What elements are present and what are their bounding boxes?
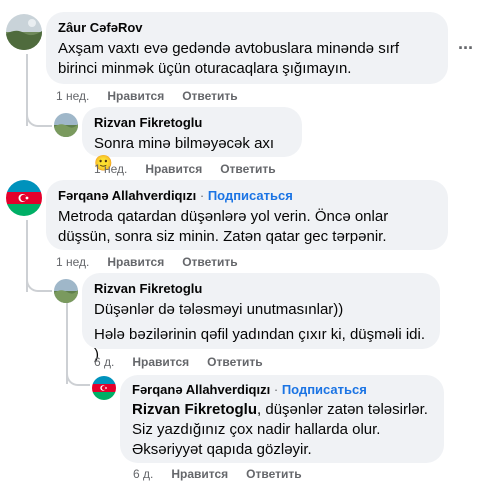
comment-text: Metroda qatardan düşənlərə yol verin. Ön…: [58, 208, 389, 245]
mention-link[interactable]: Rizvan Fikretoglu: [132, 401, 257, 418]
comment-time[interactable]: 6 д.: [133, 467, 153, 481]
reply-button[interactable]: Ответить: [182, 255, 237, 269]
comment-author[interactable]: Zâur CəfəRov: [58, 20, 436, 36]
avatar[interactable]: [6, 14, 42, 50]
comment-time[interactable]: 1 нед.: [56, 255, 89, 269]
comment-bubble: Rizvan Fikretoglu Sonra minə bilməyəcək …: [82, 107, 302, 172]
like-button[interactable]: Нравится: [107, 255, 164, 269]
comment-actions: 1 нед. Нравится Ответить: [56, 89, 238, 103]
like-button[interactable]: Нравится: [132, 355, 189, 369]
azerbaijan-flag-avatar-image: [6, 180, 42, 216]
landscape-avatar-image: [54, 113, 78, 137]
comment-time[interactable]: 1 нед.: [56, 89, 89, 103]
avatar[interactable]: [54, 279, 78, 303]
comment-text: Axşam vaxtı evə gedəndə avtobuslara minə…: [58, 40, 400, 77]
like-button[interactable]: Нравится: [171, 467, 228, 481]
landscape-avatar-image: [54, 279, 78, 303]
comment-author[interactable]: Rizvan Fikretoglu: [94, 281, 428, 297]
comment-bubble: Zâur CəfəRov Axşam vaxtı evə gedəndə avt…: [46, 12, 448, 84]
more-options-icon[interactable]: ···: [458, 38, 474, 59]
reply-button[interactable]: Ответить: [246, 467, 301, 481]
landscape-avatar-image: [6, 14, 42, 50]
subscribe-link[interactable]: Подписаться: [208, 188, 293, 203]
comment-actions: 1 нед. Нравится Ответить: [94, 162, 276, 176]
subscribe-link[interactable]: Подписаться: [282, 382, 367, 397]
comment-actions: 1 нед. Нравится Ответить: [56, 255, 238, 269]
comment-author[interactable]: Rizvan Fikretoglu: [94, 115, 290, 131]
comment-author[interactable]: Fərqanə Allahverdiqızı: [132, 382, 270, 397]
separator-dot: ·: [199, 188, 205, 203]
like-button[interactable]: Нравится: [145, 162, 202, 176]
separator-dot: ·: [273, 382, 279, 397]
comment-bubble: Fərqanə Allahverdiqızı · Подписаться Riz…: [120, 375, 444, 463]
avatar[interactable]: [6, 180, 42, 216]
comment-actions: 6 д. Нравится Ответить: [133, 467, 302, 481]
comment-text: Sonra minə bilməyəcək axı: [94, 135, 275, 152]
reply-button[interactable]: Ответить: [207, 355, 262, 369]
comment-time[interactable]: 6 д.: [94, 355, 114, 369]
azerbaijan-flag-avatar-image: [92, 376, 116, 400]
avatar[interactable]: [92, 376, 116, 400]
avatar[interactable]: [54, 113, 78, 137]
like-button[interactable]: Нравится: [107, 89, 164, 103]
comment-text: Düşənlər də tələsməyi unutmasınlar)): [94, 301, 344, 318]
comment-time[interactable]: 1 нед.: [94, 162, 127, 176]
reply-button[interactable]: Ответить: [182, 89, 237, 103]
thread-branch: [26, 105, 52, 127]
comment-bubble: Fərqanə Allahverdiqızı · Подписаться Met…: [46, 180, 448, 250]
comment-bubble: Rizvan Fikretoglu Düşənlər də tələsməyi …: [82, 273, 440, 363]
comment-author[interactable]: Fərqanə Allahverdiqızı: [58, 188, 196, 203]
thread-branch: [66, 364, 90, 386]
thread-branch: [26, 270, 52, 292]
comment-actions: 6 д. Нравится Ответить: [94, 355, 263, 369]
reply-button[interactable]: Ответить: [220, 162, 275, 176]
